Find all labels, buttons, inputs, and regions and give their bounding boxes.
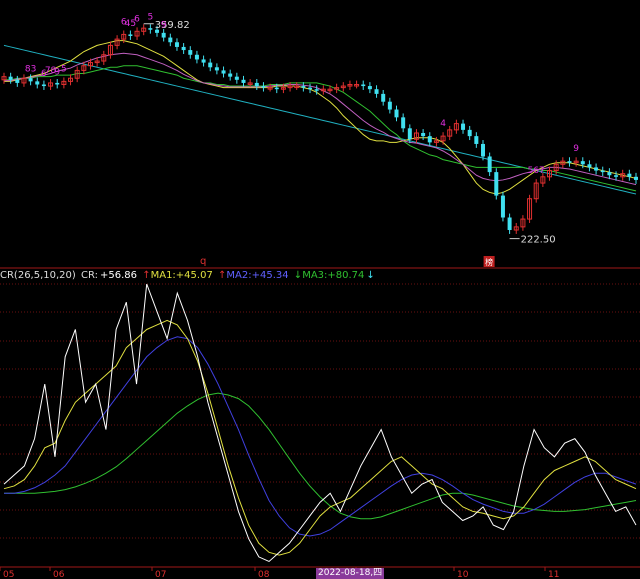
candle-body-down	[55, 82, 60, 85]
legend-ma3-arrow: ↓	[293, 270, 303, 281]
legend-cr-label: CR:	[81, 270, 98, 281]
indicator-legend: CR(26,5,10,20) CR: +56.86 ↑MA1:+45.07 ↑MA…	[0, 269, 377, 283]
candle-body-down	[194, 54, 199, 60]
seq-marker-label: 4	[440, 119, 446, 129]
candle-body-down	[627, 173, 632, 177]
candle-body-down	[594, 167, 599, 171]
candle-body-down	[181, 46, 186, 51]
candle-body-down	[401, 117, 406, 129]
candle-body-down	[387, 101, 392, 110]
cr-ma3-line	[4, 392, 637, 520]
marker-box-label: 榜	[485, 257, 493, 267]
candle-body-down	[15, 79, 20, 83]
candle-body-down	[214, 67, 219, 71]
marker-q-label: q	[200, 256, 206, 267]
candle-body-down	[381, 93, 386, 102]
candle-body-down	[461, 123, 466, 130]
candle-body-down	[600, 170, 605, 173]
candle-body-down	[480, 143, 485, 157]
candle-body-down	[148, 28, 153, 30]
candle-body-down	[487, 156, 492, 173]
candle-body-down	[174, 42, 179, 47]
legend-down-arrow: ↓	[366, 270, 375, 281]
candle-body-down	[274, 87, 279, 90]
seq-marker-label: 6	[134, 14, 140, 24]
candle-body-down	[500, 195, 505, 218]
legend-ma2-label: MA2:	[226, 270, 252, 281]
legend-ma3-label: MA3:	[302, 270, 328, 281]
candle-body-down	[308, 87, 313, 90]
candle-body-down	[614, 175, 619, 177]
candle-body-down	[407, 128, 412, 140]
candle-body-down	[261, 86, 266, 88]
candle-body-down	[201, 59, 206, 63]
candle-body-down	[301, 86, 306, 88]
legend-ma1-label: MA1:	[150, 270, 176, 281]
ma-violet-line	[4, 52, 637, 186]
candle-body-down	[634, 176, 638, 180]
low-price-label: 222.50	[521, 235, 556, 246]
cr-ma2-line	[4, 336, 637, 537]
candle-body-down	[168, 37, 173, 43]
x-axis-tick-label: 08	[258, 570, 270, 579]
candle-body-down	[494, 172, 499, 196]
candle-body-down	[474, 136, 479, 144]
candle-body-down	[188, 50, 193, 55]
cr-line	[3, 283, 637, 563]
cr-ma1-line	[3, 319, 637, 556]
candle-body-down	[507, 217, 512, 231]
x-axis-tick-label: 07	[155, 570, 166, 579]
x-axis-tick-label: 05	[3, 570, 14, 579]
legend-ma3-value: +80.74	[327, 270, 365, 281]
candle-body-down	[361, 84, 366, 87]
candle-body-down	[567, 161, 572, 163]
candle-body-down	[28, 78, 33, 82]
candle-body-down	[580, 161, 585, 165]
candle-body-down	[234, 76, 239, 80]
candle-body-down	[8, 76, 13, 80]
candle-body-down	[314, 89, 319, 91]
candle-body-down	[607, 172, 612, 176]
candle-body-down	[367, 86, 372, 90]
candle-body-down	[421, 133, 426, 137]
legend-indicator-name: CR(26,5,10,20)	[0, 270, 76, 281]
legend-cr-value: +56.86	[100, 270, 138, 281]
seq-marker-label: 9	[573, 144, 579, 154]
legend-ma1-arrow: ↑	[142, 270, 151, 281]
candle-body-down	[161, 32, 166, 38]
candle-body-down	[394, 109, 399, 118]
seq-marker-label: 5	[147, 13, 153, 23]
x-axis-tick-label: 11	[548, 570, 559, 579]
seq-marker-label: 9	[161, 21, 167, 31]
x-axis-tick-label: 10	[457, 570, 469, 579]
candle-body-down	[228, 73, 233, 77]
legend-ma2-value: +45.34	[251, 270, 289, 281]
candle-body-down	[254, 82, 259, 87]
candle-body-down	[241, 79, 246, 83]
candle-body-down	[221, 70, 226, 74]
candle-body-down	[41, 84, 46, 87]
candle-body-down	[208, 62, 213, 68]
candle-body-down	[427, 136, 432, 143]
candle-body-down	[587, 164, 592, 168]
seq-marker-label: 9	[54, 67, 60, 77]
candle-body-down	[467, 129, 472, 137]
legend-ma1-value: +45.07	[175, 270, 213, 281]
seq-marker-label: 83	[25, 64, 36, 74]
seq-marker-label: 5	[61, 64, 67, 74]
candle-body-down	[128, 34, 133, 36]
stock-chart: 359.82222.5083 6789 56456 5945679q 榜05 06 07 08…	[0, 13, 640, 579]
candle-body-down	[374, 89, 379, 94]
seq-marker-label: 567	[528, 166, 545, 176]
candle-body-down	[35, 81, 40, 85]
x-axis-tick-label: 06	[53, 570, 65, 579]
cursor-date-label: 2022-08-18,四	[316, 568, 385, 579]
